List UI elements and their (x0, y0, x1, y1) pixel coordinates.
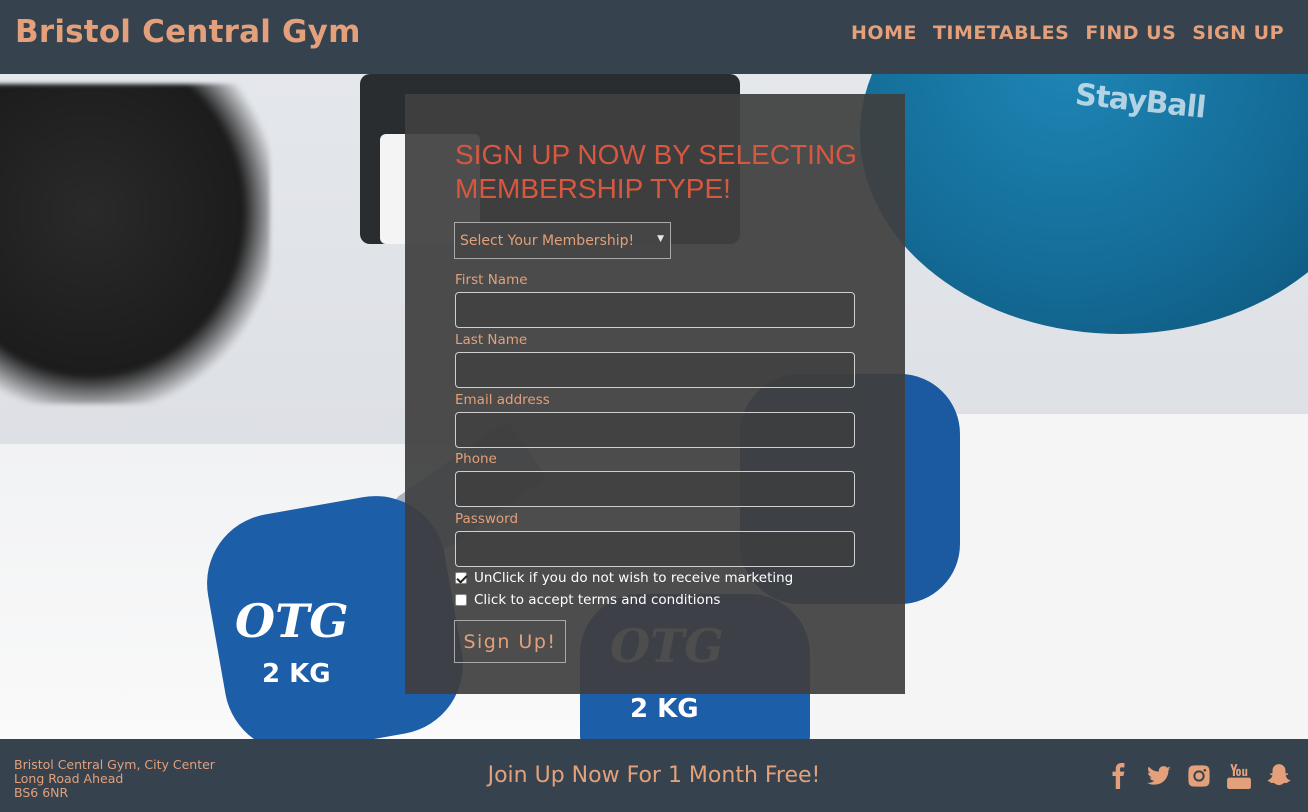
nav-sign-up[interactable]: SIGN UP (1192, 22, 1284, 44)
youtube-icon[interactable] (1226, 763, 1252, 789)
instagram-icon[interactable] (1186, 763, 1212, 789)
site-footer: Bristol Central Gym, City Center Long Ro… (0, 739, 1308, 812)
terms-checkbox-row: Click to accept terms and conditions (455, 592, 720, 608)
nav-find-us[interactable]: FIND US (1085, 22, 1176, 44)
terms-checkbox-label: Click to accept terms and conditions (474, 592, 721, 608)
nav-home[interactable]: HOME (851, 22, 917, 44)
site-brand[interactable]: Bristol Central Gym (15, 14, 361, 50)
password-field[interactable] (455, 531, 855, 567)
email-label: Email address (455, 392, 550, 408)
first-name-field[interactable] (455, 292, 855, 328)
dumbbell-weight-left: 2 KG (262, 659, 331, 689)
chevron-down-icon: ▼ (657, 234, 664, 244)
shoe-image (0, 84, 270, 404)
signup-title: SIGN UP NOW BY SELECTING MEMBERSHIP TYPE… (455, 139, 857, 204)
nav-timetables[interactable]: TIMETABLES (933, 22, 1069, 44)
phone-label: Phone (455, 451, 497, 467)
membership-select[interactable]: Select Your Membership! ▼ (454, 222, 671, 259)
signup-panel: SIGN UP NOW BY SELECTING MEMBERSHIP TYPE… (405, 94, 905, 694)
marketing-checkbox-row: UnClick if you do not wish to receive ma… (455, 570, 793, 586)
dumbbell-logo-left: OTG (235, 594, 349, 648)
last-name-field[interactable] (455, 352, 855, 388)
social-links (1106, 763, 1292, 789)
last-name-label: Last Name (455, 332, 528, 348)
password-label: Password (455, 511, 519, 527)
sign-up-button[interactable]: Sign Up! (454, 620, 566, 663)
twitter-icon[interactable] (1146, 763, 1172, 789)
marketing-checkbox-label: UnClick if you do not wish to receive ma… (474, 570, 794, 586)
email-field[interactable] (455, 412, 855, 448)
dumbbell-weight-right: 2 KG (630, 694, 699, 724)
address-line-3: BS6 6NR (14, 785, 69, 800)
phone-field[interactable] (455, 471, 855, 507)
snapchat-icon[interactable] (1266, 763, 1292, 789)
main-nav: HOME TIMETABLES FIND US SIGN UP (851, 22, 1284, 44)
site-header: Bristol Central Gym HOME TIMETABLES FIND… (0, 0, 1308, 74)
first-name-label: First Name (455, 272, 528, 288)
facebook-icon[interactable] (1106, 763, 1132, 789)
membership-select-value: Select Your Membership! (460, 233, 635, 249)
terms-checkbox[interactable] (455, 594, 467, 606)
marketing-checkbox[interactable] (455, 572, 467, 584)
